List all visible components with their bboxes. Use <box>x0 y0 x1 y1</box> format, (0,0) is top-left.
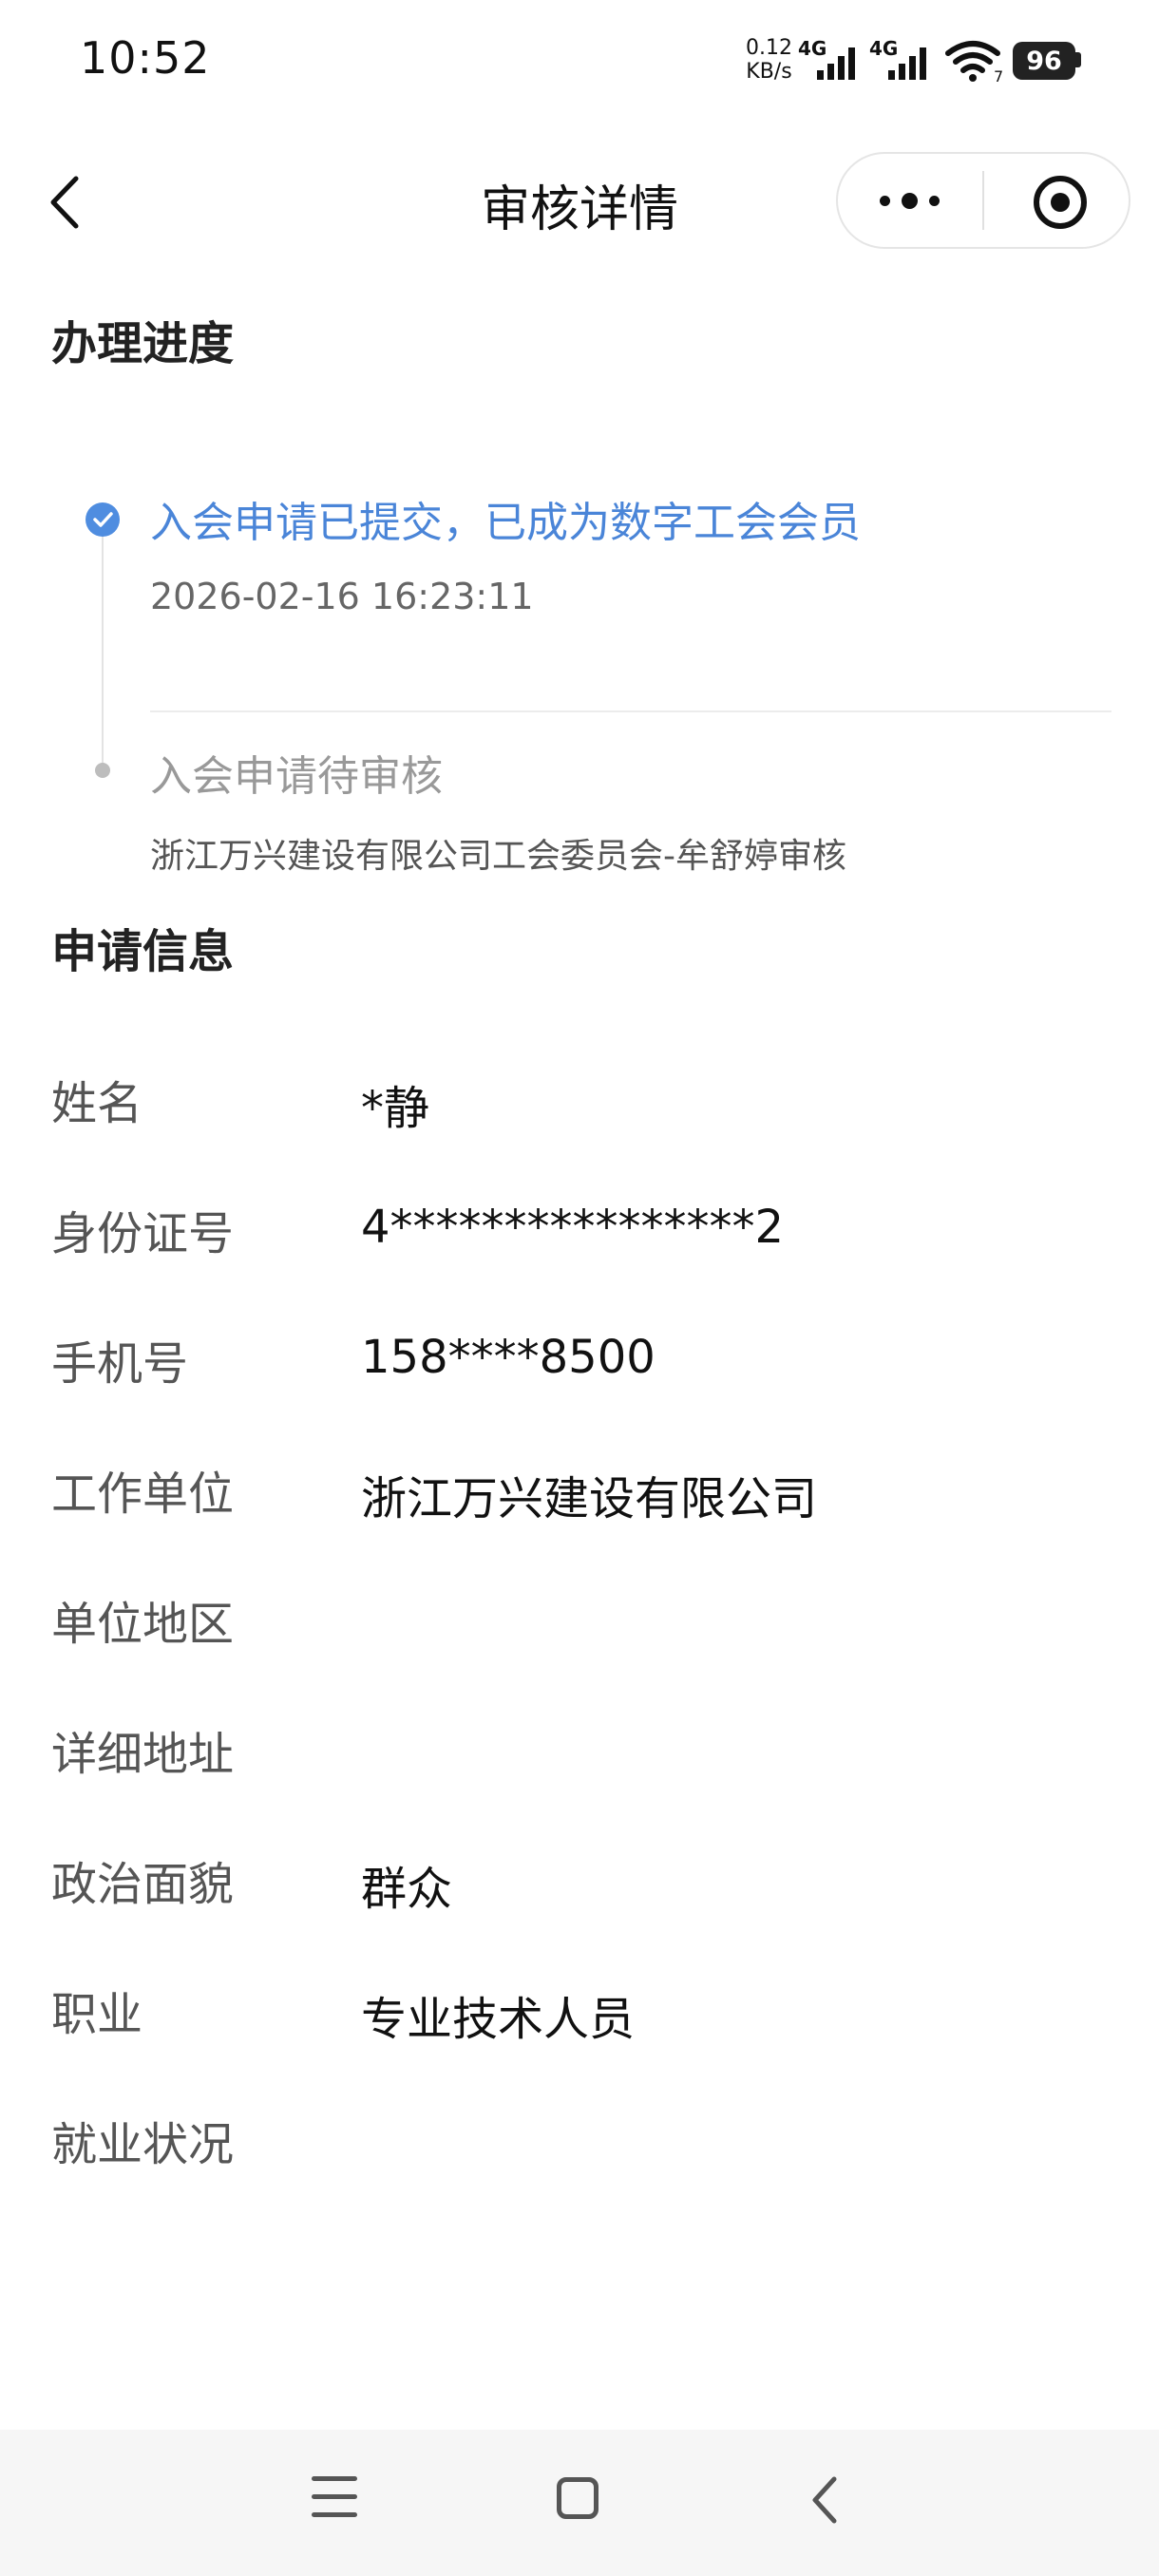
timeline-step-title: 入会申请待审核 <box>150 752 443 801</box>
field-value-name: *静 <box>361 1082 430 1135</box>
network-type-label: 4G <box>798 38 826 60</box>
field-label-occupation: 职业 <box>51 1988 143 2041</box>
more-dots-icon[interactable] <box>866 177 952 224</box>
wifi-sub-label: 7 <box>994 67 1003 84</box>
battery-tip <box>1075 52 1081 67</box>
field-value-phone: 158****8500 <box>361 1331 656 1384</box>
field-label-political-status: 政治面貌 <box>51 1858 235 1911</box>
capsule-divider <box>982 171 984 230</box>
timeline-step-title: 入会申请已提交，已成为数字工会会员 <box>150 499 861 547</box>
network-speed-value: 0.12 <box>746 36 792 60</box>
field-value-employer: 浙江万兴建设有限公司 <box>361 1472 818 1525</box>
application-heading: 申请信息 <box>51 925 235 978</box>
field-value-id-number: 4****************2 <box>361 1201 785 1254</box>
battery-level: 96 <box>1026 46 1062 76</box>
target-icon[interactable] <box>1034 176 1087 229</box>
check-circle-icon <box>86 502 120 537</box>
signal-icon: 4G <box>869 38 926 80</box>
network-type-label: 4G <box>869 38 898 60</box>
network-speed: 0.12 KB/s <box>746 36 792 84</box>
pending-dot-icon <box>95 763 110 778</box>
status-time: 10:52 <box>80 32 211 84</box>
field-value-occupation: 专业技术人员 <box>361 1993 636 2046</box>
network-speed-unit: KB/s <box>746 60 792 84</box>
field-label-id-number: 身份证号 <box>51 1207 235 1260</box>
field-label-employer: 工作单位 <box>51 1468 235 1521</box>
field-value-political-status: 群众 <box>361 1863 453 1916</box>
field-label-region: 单位地区 <box>51 1598 235 1651</box>
timeline-step-detail: 浙江万兴建设有限公司工会委员会-牟舒婷审核 <box>150 837 846 876</box>
menu-icon[interactable] <box>312 2476 357 2518</box>
timeline-divider <box>150 710 1112 712</box>
battery-icon: 96 <box>1013 42 1075 80</box>
home-icon[interactable] <box>557 2477 598 2519</box>
field-label-phone: 手机号 <box>51 1337 189 1391</box>
timeline-step-time: 2026-02-16 16:23:11 <box>150 576 534 617</box>
field-label-name: 姓名 <box>51 1077 143 1130</box>
progress-heading: 办理进度 <box>51 317 235 370</box>
field-label-employment: 就业状况 <box>51 2118 235 2171</box>
wifi-icon: 7 <box>945 41 1003 84</box>
signal-icon: 4G <box>798 38 855 80</box>
back-icon[interactable] <box>806 2473 844 2527</box>
timeline-line <box>102 532 104 769</box>
field-label-address: 详细地址 <box>51 1728 235 1781</box>
